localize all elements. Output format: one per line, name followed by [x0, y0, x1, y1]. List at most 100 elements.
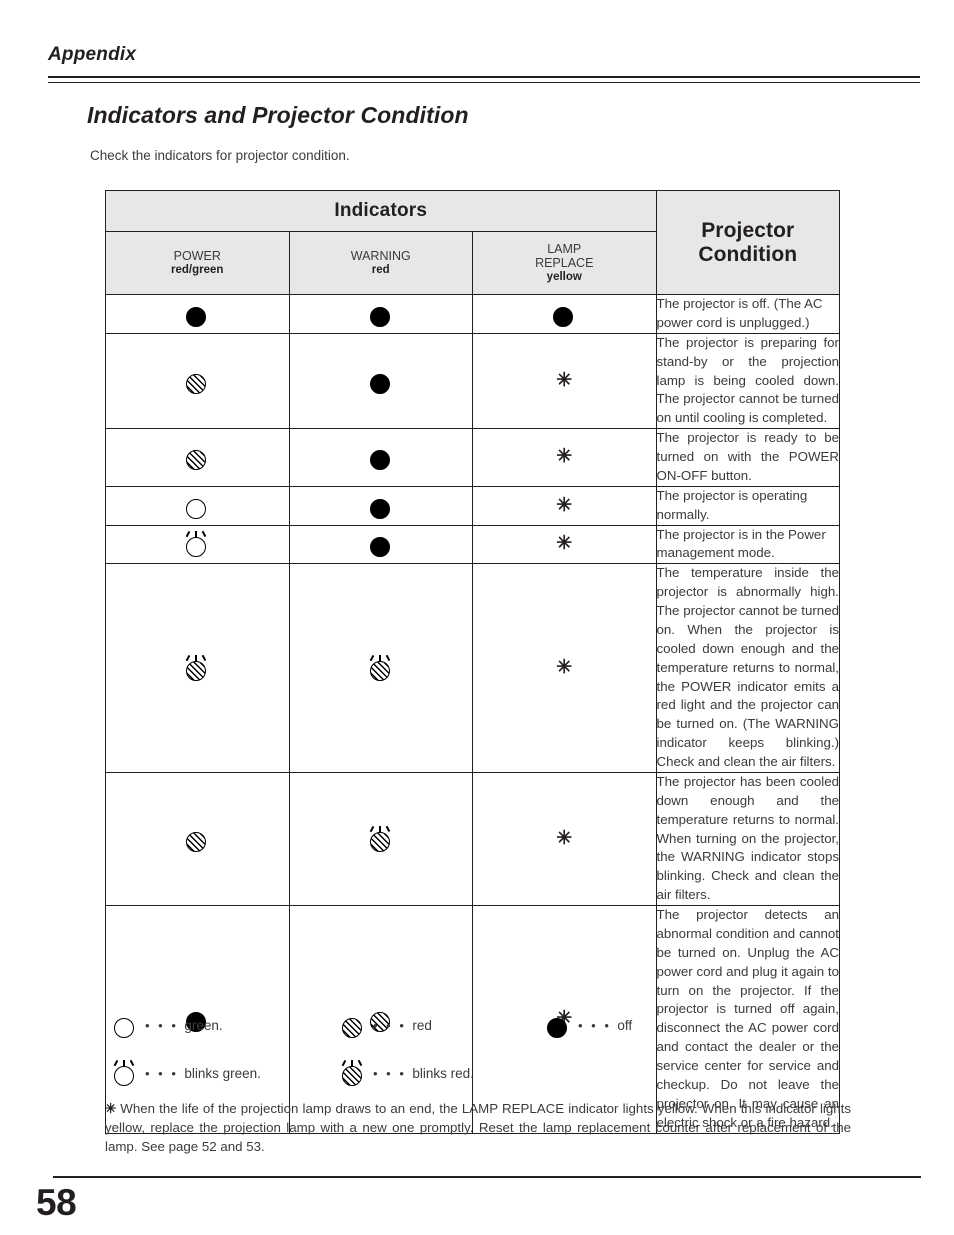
legend-label-red: red	[412, 1017, 432, 1033]
legend-dots: • • •	[145, 1017, 179, 1033]
legend-row-2: • • • blinks green. • • • blinks red.	[108, 1056, 848, 1090]
indicator-off-icon	[364, 527, 398, 561]
table-row: ✳ The projector is preparing for stand-by…	[105, 332, 840, 430]
column-header-warning-color: red	[371, 264, 390, 277]
table-row: ✳ The projector is ready to be turned on …	[105, 428, 840, 487]
indicator-cell-warning	[288, 524, 473, 565]
legend-label-off: off	[617, 1017, 633, 1033]
running-head: Appendix	[48, 44, 137, 65]
condition-cell: The projector is off. (The AC power cord…	[655, 294, 840, 334]
condition-cell: The projector is in the Power management…	[655, 524, 840, 565]
indicator-cell-lamp: ✳	[472, 428, 657, 487]
page-footer-rule	[53, 1176, 921, 1178]
indicators-group-header: Indicators	[105, 190, 657, 232]
indicator-asterisk-icon: ✳	[556, 494, 573, 516]
condition-cell: The projector has been cooled down enoug…	[655, 771, 840, 907]
indicator-cell-power	[105, 428, 290, 487]
indicator-red-icon	[180, 364, 214, 398]
legend-row-1: • • • green. • • • red • • • off	[108, 1008, 848, 1042]
legend-dots: • • •	[373, 1017, 407, 1033]
column-header-power-color: red/green	[171, 264, 224, 277]
footnote: ✳ When the life of the projection lamp d…	[105, 1100, 851, 1157]
indicator-cell-warning	[288, 771, 473, 907]
indicator-green-icon	[108, 1008, 142, 1042]
indicator-cell-power	[105, 563, 290, 773]
section-intro-text: Check the indicators for projector condi…	[90, 148, 350, 163]
indicator-off-icon	[364, 297, 398, 331]
indicator-cell-power	[105, 294, 290, 334]
legend: • • • green. • • • red • • • off • • • b…	[108, 1008, 848, 1104]
indicator-red-icon	[336, 1008, 370, 1042]
column-header-lamp-replace: LAMP REPLACE yellow	[472, 231, 657, 295]
column-header-warning: WARNING red	[288, 231, 473, 295]
legend-item-green: • • • green.	[108, 1008, 336, 1042]
table-row: The projector is off. (The AC power cord…	[105, 294, 840, 334]
table-row: ✳ The projector is in the Power managemen…	[105, 524, 840, 565]
column-header-lamp-replace-name-line2: REPLACE	[535, 255, 594, 270]
legend-label-blinks-green: blinks green.	[184, 1065, 261, 1081]
table-row: ✳ The temperature inside the projector is…	[105, 563, 840, 773]
table-row: ✳ The projector has been cooled down enou…	[105, 771, 840, 907]
column-header-power-name: POWER	[173, 248, 221, 263]
page-title: Indicators and Projector Condition	[87, 102, 469, 128]
indicator-off-icon	[541, 1008, 575, 1042]
indicator-cell-warning	[288, 428, 473, 487]
legend-dots: • • •	[373, 1065, 407, 1081]
indicator-cell-lamp: ✳	[472, 563, 657, 773]
indicator-cell-power	[105, 332, 290, 430]
indicator-cell-lamp: ✳	[472, 524, 657, 565]
header-rule	[48, 76, 920, 83]
condition-cell: The projector is operating normally.	[655, 485, 840, 526]
footnote-text: When the life of the projection lamp dra…	[105, 1101, 851, 1154]
indicator-cell-power	[105, 524, 290, 565]
legend-dots: • • •	[578, 1017, 612, 1033]
legend-item-off: • • • off	[541, 1008, 741, 1042]
column-header-power: POWER red/green	[105, 231, 290, 295]
indicator-cell-lamp: ✳	[472, 771, 657, 907]
indicator-off-icon	[364, 489, 398, 523]
condition-cell: The projector is preparing for stand-by …	[655, 332, 840, 430]
indicator-blinks-red-icon	[180, 651, 214, 685]
indicator-blinks-green-icon	[108, 1056, 142, 1090]
indicator-asterisk-icon: ✳	[556, 533, 573, 555]
indicator-cell-power	[105, 771, 290, 907]
page-number: 58	[36, 1182, 77, 1223]
indicator-blinks-red-icon	[336, 1056, 370, 1090]
indicator-cell-warning	[288, 563, 473, 773]
legend-item-red: • • • red	[336, 1008, 541, 1042]
condition-cell: The temperature inside the projector is …	[655, 563, 840, 773]
column-header-lamp-replace-color: yellow	[546, 271, 582, 284]
column-header-warning-name: WARNING	[350, 248, 411, 263]
indicator-cell-warning	[288, 485, 473, 526]
indicator-blinks-red-icon	[364, 822, 398, 856]
indicator-blinks-red-icon	[364, 651, 398, 685]
indicator-off-icon	[364, 440, 398, 474]
indicator-off-icon	[364, 364, 398, 398]
table-header-row-1: Indicators Projector Condition	[105, 190, 840, 295]
indicator-red-icon	[180, 440, 214, 474]
indicator-cell-warning	[288, 332, 473, 430]
footnote-asterisk-icon: ✳	[105, 1101, 117, 1116]
legend-label-green: green.	[184, 1017, 223, 1033]
indicators-condition-table: Indicators Projector Condition POWER red…	[105, 190, 840, 1134]
condition-cell: The projector is ready to be turned on w…	[655, 428, 840, 487]
indicator-asterisk-icon: ✳	[556, 446, 573, 468]
indicator-cell-power	[105, 485, 290, 526]
indicator-asterisk-icon: ✳	[556, 657, 573, 679]
indicator-asterisk-icon: ✳	[556, 369, 573, 391]
legend-label-blinks-red: blinks red.	[412, 1065, 474, 1081]
legend-item-blinks-green: • • • blinks green.	[108, 1056, 336, 1090]
indicator-red-icon	[180, 822, 214, 856]
indicator-green-icon	[180, 489, 214, 523]
column-header-lamp-replace-name-line1: LAMP	[547, 241, 582, 256]
indicator-cell-lamp	[472, 294, 657, 334]
indicator-cell-warning	[288, 294, 473, 334]
legend-dots: • • •	[145, 1065, 179, 1081]
indicator-blinks-green-icon	[180, 527, 214, 561]
table-row: ✳ The projector is operating normally.	[105, 485, 840, 526]
indicator-asterisk-icon: ✳	[556, 827, 573, 849]
indicator-cell-lamp: ✳	[472, 332, 657, 430]
indicator-off-icon	[547, 297, 581, 331]
legend-item-blinks-red: • • • blinks red.	[336, 1056, 541, 1090]
indicator-off-icon	[180, 297, 214, 331]
